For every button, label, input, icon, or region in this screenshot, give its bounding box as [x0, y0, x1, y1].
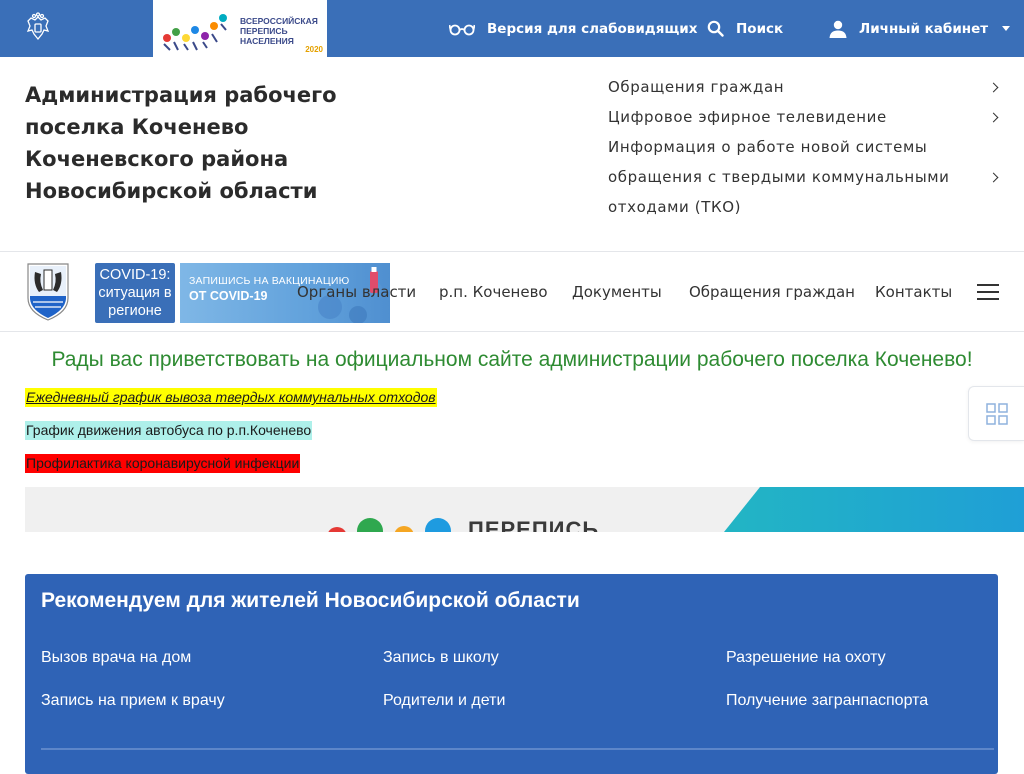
- recommend-link-school[interactable]: Запись в школу: [383, 649, 499, 667]
- nav-item-kochenevo[interactable]: р.п. Коченево: [439, 283, 548, 301]
- search-label: Поиск: [736, 20, 784, 37]
- quick-link-label: Цифровое эфирное телевидение: [608, 108, 887, 126]
- recommend-panel: Рекомендуем для жителей Новосибирской об…: [25, 574, 998, 774]
- side-grid-widget[interactable]: [968, 386, 1024, 441]
- quick-link-waste-system[interactable]: Информация о работе новой системы обраще…: [608, 132, 1003, 222]
- nav-item-contacts[interactable]: Контакты: [875, 283, 952, 301]
- caret-down-icon: [1002, 26, 1011, 31]
- welcome-heading: Рады вас приветствовать на официальном с…: [51, 348, 973, 371]
- waste-schedule-link[interactable]: Ежедневный график вывоза твердых коммуна…: [25, 388, 437, 407]
- recommend-link-hunting[interactable]: Разрешение на охоту: [726, 649, 886, 667]
- vision-version-label: Версия для слабовидящих: [487, 20, 698, 37]
- banner-dot: [357, 518, 383, 532]
- vision-version-link[interactable]: Версия для слабовидящих: [449, 0, 697, 57]
- quick-link-label: Обращения граждан: [608, 78, 785, 96]
- search-link[interactable]: Поиск: [707, 0, 783, 57]
- census-logo-text: ВСЕРОССИЙСКАЯ ПЕРЕПИСЬ НАСЕЛЕНИЯ: [240, 16, 318, 46]
- russia-emblem-icon[interactable]: [22, 12, 54, 44]
- recommend-link-doctor-home[interactable]: Вызов врача на дом: [41, 649, 191, 667]
- personal-cabinet-label: Личный кабинет: [859, 20, 989, 37]
- census-logo-year: 2020: [305, 45, 323, 54]
- quick-links: Обращения граждан Цифровое эфирное телев…: [608, 72, 1003, 222]
- quick-link-digital-tv[interactable]: Цифровое эфирное телевидение: [608, 102, 1003, 132]
- recommend-link-parents-children[interactable]: Родители и дети: [383, 692, 505, 710]
- covid-situation-badge[interactable]: COVID-19: ситуация в регионе: [95, 263, 175, 323]
- recommend-link-passport[interactable]: Получение загранпаспорта: [726, 692, 928, 710]
- nav-item-authorities[interactable]: Органы власти: [297, 283, 416, 301]
- site-title[interactable]: Администрация рабочего поселка Коченево …: [25, 79, 385, 207]
- user-icon: [829, 20, 847, 38]
- census-banner[interactable]: ПЕРЕПИСЬ: [25, 487, 1024, 532]
- chevron-right-icon: [988, 112, 999, 123]
- chevron-right-icon: [988, 82, 999, 93]
- top-bar: ВСЕРОССИЙСКАЯ ПЕРЕПИСЬ НАСЕЛЕНИЯ 2020 Ве…: [0, 0, 1024, 57]
- nav-item-appeals[interactable]: Обращения граждан: [689, 283, 855, 301]
- nso-emblem-icon[interactable]: [25, 262, 71, 322]
- header-divider: [0, 251, 1024, 252]
- grid-icon: [985, 402, 1008, 425]
- personal-cabinet-dropdown[interactable]: Личный кабинет: [829, 0, 1011, 57]
- census-banner-wedge: [724, 487, 1024, 532]
- recommend-link-doctor-appointment[interactable]: Запись на прием к врачу: [41, 692, 225, 710]
- banner-dot: [394, 526, 414, 532]
- banner-dot: [327, 527, 347, 532]
- chevron-right-icon: [988, 172, 999, 183]
- recommend-title: Рекомендуем для жителей Новосибирской об…: [41, 589, 580, 612]
- banner-dot: [425, 518, 451, 532]
- glasses-icon: [449, 24, 475, 35]
- recommend-separator: [41, 748, 994, 750]
- quick-link-label: Информация о работе новой системы обраще…: [608, 138, 950, 216]
- quick-link-appeals[interactable]: Обращения граждан: [608, 72, 1003, 102]
- nav-divider: [0, 331, 1024, 332]
- nav-item-documents[interactable]: Документы: [572, 283, 662, 301]
- search-icon: [707, 20, 724, 37]
- vaccination-banner-line2: ОТ COVID-19: [189, 289, 268, 303]
- census-banner-word: ПЕРЕПИСЬ: [468, 517, 600, 532]
- menu-icon[interactable]: [977, 283, 999, 301]
- bus-schedule-link[interactable]: График движения автобуса по р.п.Коченево: [25, 421, 313, 440]
- census-logo[interactable]: ВСЕРОССИЙСКАЯ ПЕРЕПИСЬ НАСЕЛЕНИЯ 2020: [153, 0, 327, 57]
- coronavirus-prevention-link[interactable]: Профилактика коронавирусной инфекции: [25, 454, 301, 473]
- census-logo-graphic-icon: [163, 14, 227, 51]
